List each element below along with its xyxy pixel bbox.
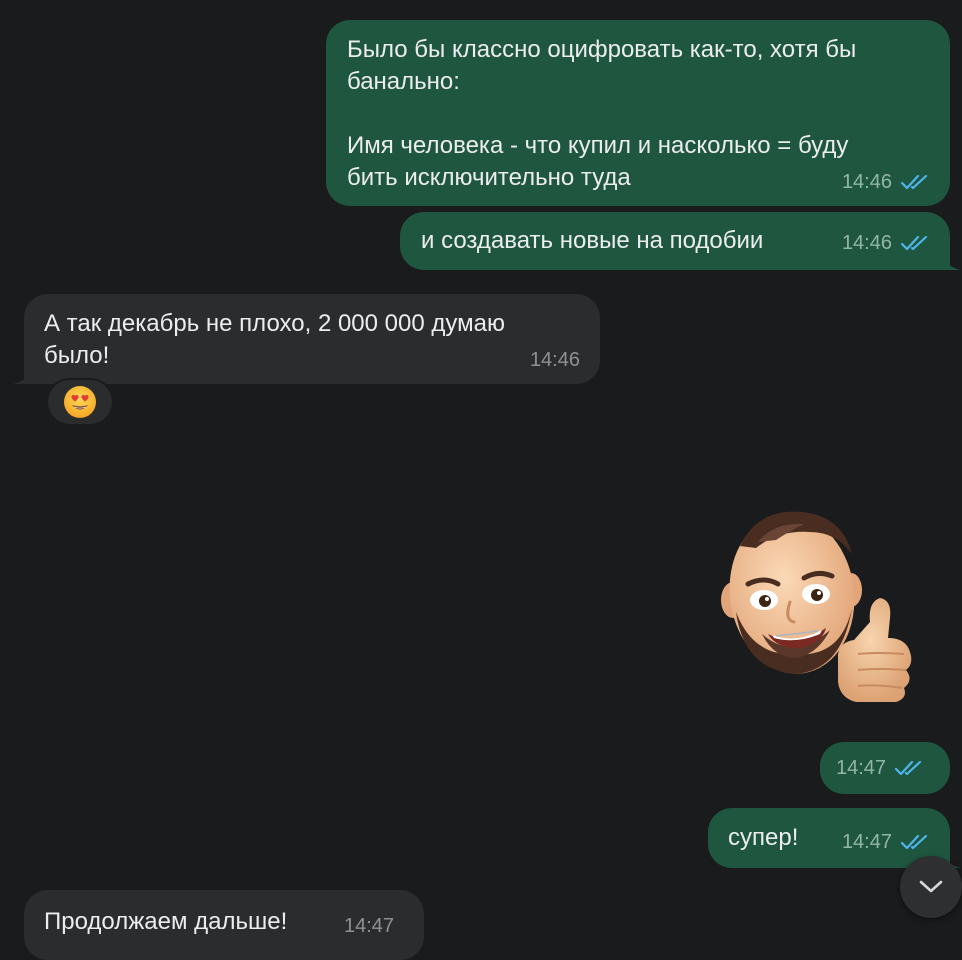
message-meta: 14:46 xyxy=(842,231,930,255)
outgoing-message-bubble[interactable]: и создавать новые на подобии 14:46 xyxy=(400,212,961,270)
message-time: 14:46 xyxy=(841,171,892,193)
memoji-sticker[interactable] xyxy=(718,502,918,708)
message-time: 14:47 xyxy=(836,757,887,779)
message-meta: 14:47 xyxy=(344,914,394,938)
message-meta: 14:46 xyxy=(530,348,580,372)
outgoing-message-bubble[interactable]: супер! 14:47 xyxy=(708,808,961,868)
double-check-icon xyxy=(894,760,922,776)
message-meta: 14:46 xyxy=(842,170,930,194)
message-meta: 14:47 xyxy=(842,830,930,854)
message-text: А так декабрь не плохо, 2 000 000 думаю … xyxy=(44,310,505,369)
double-check-icon xyxy=(900,174,928,190)
incoming-message-bubble[interactable]: А так декабрь не плохо, 2 000 000 думаю … xyxy=(13,294,600,384)
message-time: 14:47 xyxy=(841,831,892,853)
double-check-icon xyxy=(900,235,928,251)
outgoing-message-bubble[interactable]: Было бы классно оцифровать как-то, хотя … xyxy=(326,20,950,206)
bubble-tail xyxy=(13,364,33,384)
chevron-down-icon xyxy=(919,880,943,893)
sticker-timestamp-bubble: 14:47 xyxy=(820,742,950,794)
heart-eyes-emoji-icon xyxy=(64,386,96,418)
scroll-to-bottom-button[interactable] xyxy=(900,856,962,918)
bubble-tail xyxy=(941,250,961,270)
message-reaction[interactable] xyxy=(46,378,114,426)
message-meta: 14:47 xyxy=(836,756,924,780)
double-check-icon xyxy=(900,834,928,850)
incoming-message-bubble[interactable]: Продолжаем дальше! 14:47 xyxy=(24,890,424,960)
message-time: 14:47 xyxy=(344,915,395,937)
message-time: 14:46 xyxy=(841,232,892,254)
message-time: 14:46 xyxy=(529,349,580,371)
